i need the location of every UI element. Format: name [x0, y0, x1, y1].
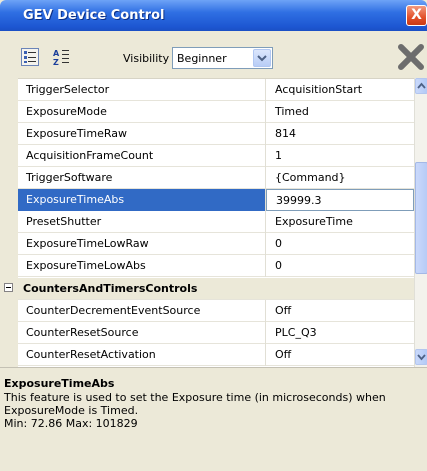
- sort-az-icon[interactable]: A Z: [52, 48, 70, 66]
- property-value[interactable]: 0: [266, 233, 414, 255]
- chevron-down-icon[interactable]: [253, 49, 271, 67]
- category-gutter: [0, 277, 18, 299]
- property-row[interactable]: AcquisitionFrameCount 1: [18, 145, 414, 167]
- category-label: CountersAndTimersControls: [23, 282, 198, 295]
- scroll-thumb[interactable]: [415, 162, 427, 274]
- property-row[interactable]: ExposureTimeLowAbs 0: [18, 255, 414, 277]
- property-value[interactable]: {Command}: [266, 167, 414, 189]
- title-bar[interactable]: GEV Device Control X: [0, 0, 427, 31]
- property-row[interactable]: ExposureTimeLowRaw 0: [18, 233, 414, 255]
- property-row[interactable]: ExposureMode Timed: [18, 101, 414, 123]
- category-header[interactable]: − CountersAndTimersControls: [18, 278, 414, 300]
- visibility-select[interactable]: Beginner: [172, 47, 273, 69]
- property-name: ExposureMode: [18, 101, 266, 123]
- property-value[interactable]: 1: [266, 145, 414, 167]
- property-name: AcquisitionFrameCount: [18, 145, 266, 167]
- property-value[interactable]: AcquisitionStart: [266, 79, 414, 101]
- description-title: ExposureTimeAbs: [4, 377, 115, 390]
- property-row[interactable]: CounterDecrementEventSource Off: [18, 300, 414, 322]
- property-row[interactable]: TriggerSelector AcquisitionStart: [18, 79, 414, 101]
- property-name: ExposureTimeRaw: [18, 123, 266, 145]
- property-row[interactable]: CounterResetSource PLC_Q3: [18, 322, 414, 344]
- property-value[interactable]: Off: [266, 344, 414, 366]
- property-name: TriggerSoftware: [18, 167, 266, 189]
- description-minmax: Min: 72.86 Max: 101829: [4, 417, 138, 430]
- property-value[interactable]: Timed: [266, 101, 414, 123]
- property-name: CounterResetActivation: [18, 344, 266, 366]
- visibility-value: Beginner: [177, 52, 227, 65]
- vertical-scrollbar[interactable]: [414, 78, 427, 367]
- property-row[interactable]: PresetShutter ExposureTime: [18, 211, 414, 233]
- close-button[interactable]: X: [406, 5, 427, 26]
- property-name: TriggerSelector: [18, 79, 266, 101]
- property-row[interactable]: ExposureTimeRaw 814: [18, 123, 414, 145]
- property-row[interactable]: TriggerSoftware {Command}: [18, 167, 414, 189]
- chevron-up-icon: [417, 82, 426, 89]
- property-row[interactable]: CounterResetActivation Off: [18, 344, 414, 366]
- property-row-selected[interactable]: ExposureTimeAbs 39999.3: [18, 189, 414, 211]
- property-grid: TriggerSelector AcquisitionStart Exposur…: [18, 78, 414, 367]
- description-text: This feature is used to set the Exposure…: [4, 391, 386, 417]
- property-name: ExposureTimeLowAbs: [18, 255, 266, 277]
- property-value-editor[interactable]: 39999.3: [266, 189, 414, 211]
- property-name: CounterDecrementEventSource: [18, 300, 266, 322]
- property-name: CounterResetSource: [18, 322, 266, 344]
- property-name: ExposureTimeLowRaw: [18, 233, 266, 255]
- categorized-view-icon[interactable]: [21, 48, 39, 66]
- property-value[interactable]: 814: [266, 123, 414, 145]
- svg-text:Z: Z: [53, 58, 59, 66]
- scroll-down-button[interactable]: [415, 349, 427, 365]
- toolbar: A Z Visibility Beginner: [0, 31, 427, 78]
- description-panel: ExposureTimeAbs This feature is used to …: [0, 367, 427, 471]
- minus-icon[interactable]: [4, 283, 13, 292]
- visibility-label: Visibility: [123, 52, 170, 65]
- gev-device-control-window: GEV Device Control X A Z Visibility Begi…: [0, 0, 427, 471]
- property-value[interactable]: Off: [266, 300, 414, 322]
- x-icon[interactable]: [395, 43, 427, 71]
- property-value[interactable]: PLC_Q3: [266, 322, 414, 344]
- property-value[interactable]: ExposureTime: [266, 211, 414, 233]
- grid-left-gutter: [0, 78, 18, 367]
- chevron-down-icon: [417, 354, 426, 361]
- property-value[interactable]: 0: [266, 255, 414, 277]
- window-title: GEV Device Control: [23, 8, 165, 23]
- svg-text:A: A: [53, 49, 60, 58]
- scroll-up-button[interactable]: [415, 78, 427, 94]
- property-name: ExposureTimeAbs: [18, 189, 266, 211]
- property-name: PresetShutter: [18, 211, 266, 233]
